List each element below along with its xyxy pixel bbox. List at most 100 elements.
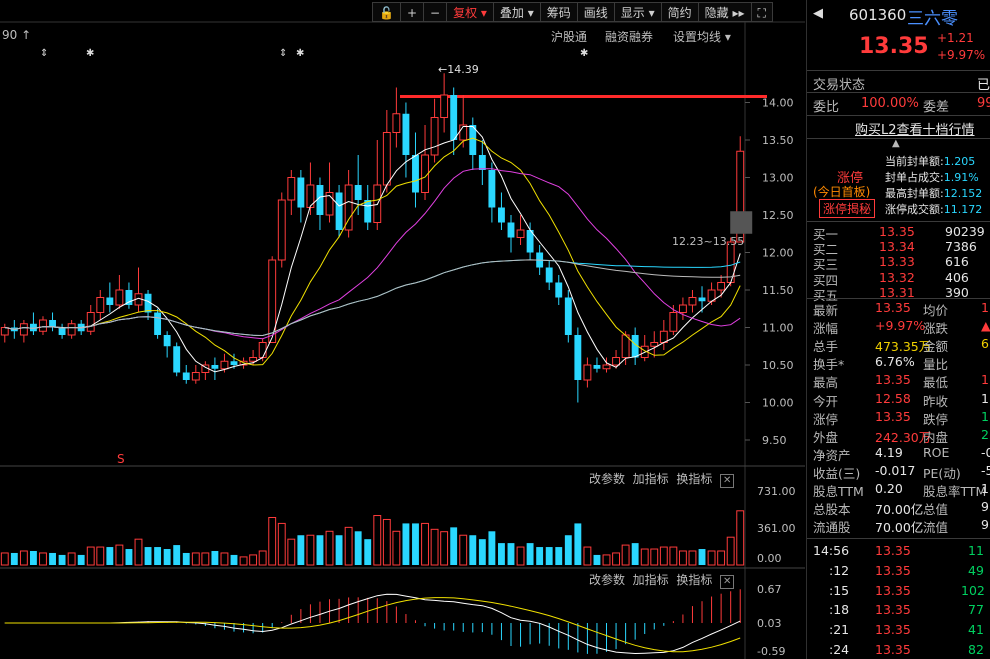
candle-body — [335, 192, 343, 230]
stat-label: 量比 — [923, 357, 949, 373]
lock-icon[interactable]: 🔓 — [372, 2, 400, 22]
stat-label: 净资产 — [813, 447, 851, 463]
back-icon[interactable]: ◀ — [813, 6, 823, 21]
volume-bar — [536, 547, 544, 565]
event-marker-icon: ⇕ — [279, 48, 287, 59]
stat-label: 最新 — [813, 303, 839, 318]
volume-add-indicator[interactable]: 加指标 — [633, 472, 669, 486]
volume-edit-params[interactable]: 改参数 — [589, 472, 625, 486]
volume-bar — [516, 546, 525, 566]
volume-bar — [125, 549, 133, 565]
stat-value: 70.00亿 — [875, 502, 924, 518]
volume-bar — [564, 535, 572, 565]
chart-toolbar: 🔓 + − 复权 ▾ 叠加 ▾ 筹码 画线 显示 ▾ 简约 隐藏 ▸▸ ⛶ — [372, 2, 773, 22]
overlay-dropdown[interactable]: 叠加 ▾ — [492, 2, 540, 22]
bid-price: 13.34 — [879, 239, 915, 255]
stat-label: 最低 — [923, 375, 949, 391]
stat-value: -0.017 — [875, 462, 916, 478]
volume-bar — [583, 546, 592, 566]
candle-body — [498, 207, 505, 223]
display-dropdown[interactable]: 显示 ▾ — [613, 2, 661, 22]
fuquan-dropdown[interactable]: 复权 ▾ — [446, 2, 493, 22]
stat-value: 61.8 — [981, 336, 990, 352]
volume-bar — [268, 517, 277, 566]
high-price-label: ←14.39 — [438, 63, 479, 76]
hugutong-link[interactable]: 沪股通 — [551, 28, 587, 45]
stat-label: 涨幅 — [813, 321, 839, 337]
candle-body — [440, 94, 449, 118]
candle-body — [621, 334, 630, 358]
volume-bar — [602, 554, 611, 566]
candle-body — [564, 297, 572, 335]
volume-bar — [640, 548, 649, 566]
candle-body — [507, 222, 515, 238]
stat-label: 内盘 — [923, 429, 949, 445]
kline-chart[interactable]: 14.00 13.50 13.00 12.50 12.00 11.50 11.00 10.50… — [0, 0, 805, 659]
volume-bar — [191, 552, 200, 566]
expand-icon[interactable]: ▲ — [892, 138, 900, 149]
volume-bar — [488, 531, 496, 565]
candle-body — [488, 170, 496, 208]
macd-edit-params[interactable]: 改参数 — [589, 573, 625, 587]
hide-button[interactable]: 隐藏 ▸▸ — [697, 2, 751, 22]
volume-bar — [19, 550, 28, 566]
candle-body — [354, 185, 362, 200]
price-change-pct: +9.97% — [937, 48, 986, 62]
l2-purchase-link[interactable]: 购买L2查看十档行情 — [855, 119, 975, 138]
chart-area[interactable]: 14.00 13.50 13.00 12.50 12.00 11.50 11.00 10.50… — [0, 0, 805, 659]
volume-panel-toolbar: 改参数 加指标 换指标 ✕ — [589, 470, 735, 488]
volume-bar — [49, 552, 56, 565]
volume-bar — [277, 522, 286, 566]
stat-label: 跌停 — [923, 411, 949, 427]
stat-value: -57 — [981, 462, 990, 478]
ma-settings-dropdown[interactable]: 设置均线 ▾ — [673, 28, 731, 45]
candle-body — [86, 312, 95, 332]
event-marker-icon: ✱ — [296, 48, 304, 59]
candle-body — [430, 117, 439, 156]
macd-add-indicator[interactable]: 加指标 — [633, 573, 669, 587]
volume-bar — [335, 535, 343, 565]
close-icon[interactable]: ✕ — [720, 474, 735, 488]
stat-value: 12.58 — [875, 390, 911, 406]
fullscreen-icon[interactable]: ⛶ — [750, 2, 773, 22]
zoom-in-button[interactable]: + — [399, 2, 424, 22]
stat-value: 70.00亿 — [875, 520, 924, 536]
volume-bar — [325, 530, 334, 566]
candle-body — [0, 327, 9, 336]
zoom-out-button[interactable]: − — [423, 2, 447, 22]
volume-bar — [698, 549, 706, 565]
stat-value: 6.76% — [875, 354, 915, 370]
limit-reveal-button[interactable]: 涨停揭秘 — [819, 199, 876, 218]
candle-body — [612, 357, 620, 366]
draw-line-button[interactable]: 画线 — [576, 2, 614, 22]
volume-bar — [154, 547, 162, 565]
macd-switch-indicator[interactable]: 换指标 — [676, 573, 712, 587]
simple-button[interactable]: 简约 — [660, 2, 698, 22]
chip-button[interactable]: 筹码 — [539, 2, 577, 22]
volume-bar — [498, 543, 505, 565]
stat-label: 总值 — [923, 502, 949, 518]
candle-body — [173, 346, 181, 373]
bid-volume: 616 — [945, 254, 969, 270]
stat-value: 231.0 — [981, 426, 990, 442]
price-tick-label: 10.00 — [762, 397, 794, 410]
macd-line — [4, 597, 741, 653]
candle-body — [516, 229, 525, 238]
close-icon[interactable]: ✕ — [720, 575, 735, 589]
candle-body — [297, 177, 305, 208]
volume-switch-indicator[interactable]: 换指标 — [676, 472, 712, 486]
candle-body — [96, 297, 105, 313]
volume-bar — [211, 550, 219, 565]
stat-label: 流通股 — [813, 520, 851, 536]
volume-bar — [650, 548, 659, 566]
volume-bar — [364, 539, 372, 565]
candle-body — [669, 312, 678, 332]
candle-body — [249, 357, 258, 362]
margin-trading-link[interactable]: 融资融券 — [605, 28, 653, 45]
candle-body — [182, 372, 190, 380]
price-tick-label: 12.50 — [762, 209, 794, 222]
candle-body — [230, 361, 238, 365]
tick-price: 13.35 — [875, 642, 911, 657]
stat-value: 1 — [981, 300, 989, 315]
volume-bar — [574, 523, 582, 565]
